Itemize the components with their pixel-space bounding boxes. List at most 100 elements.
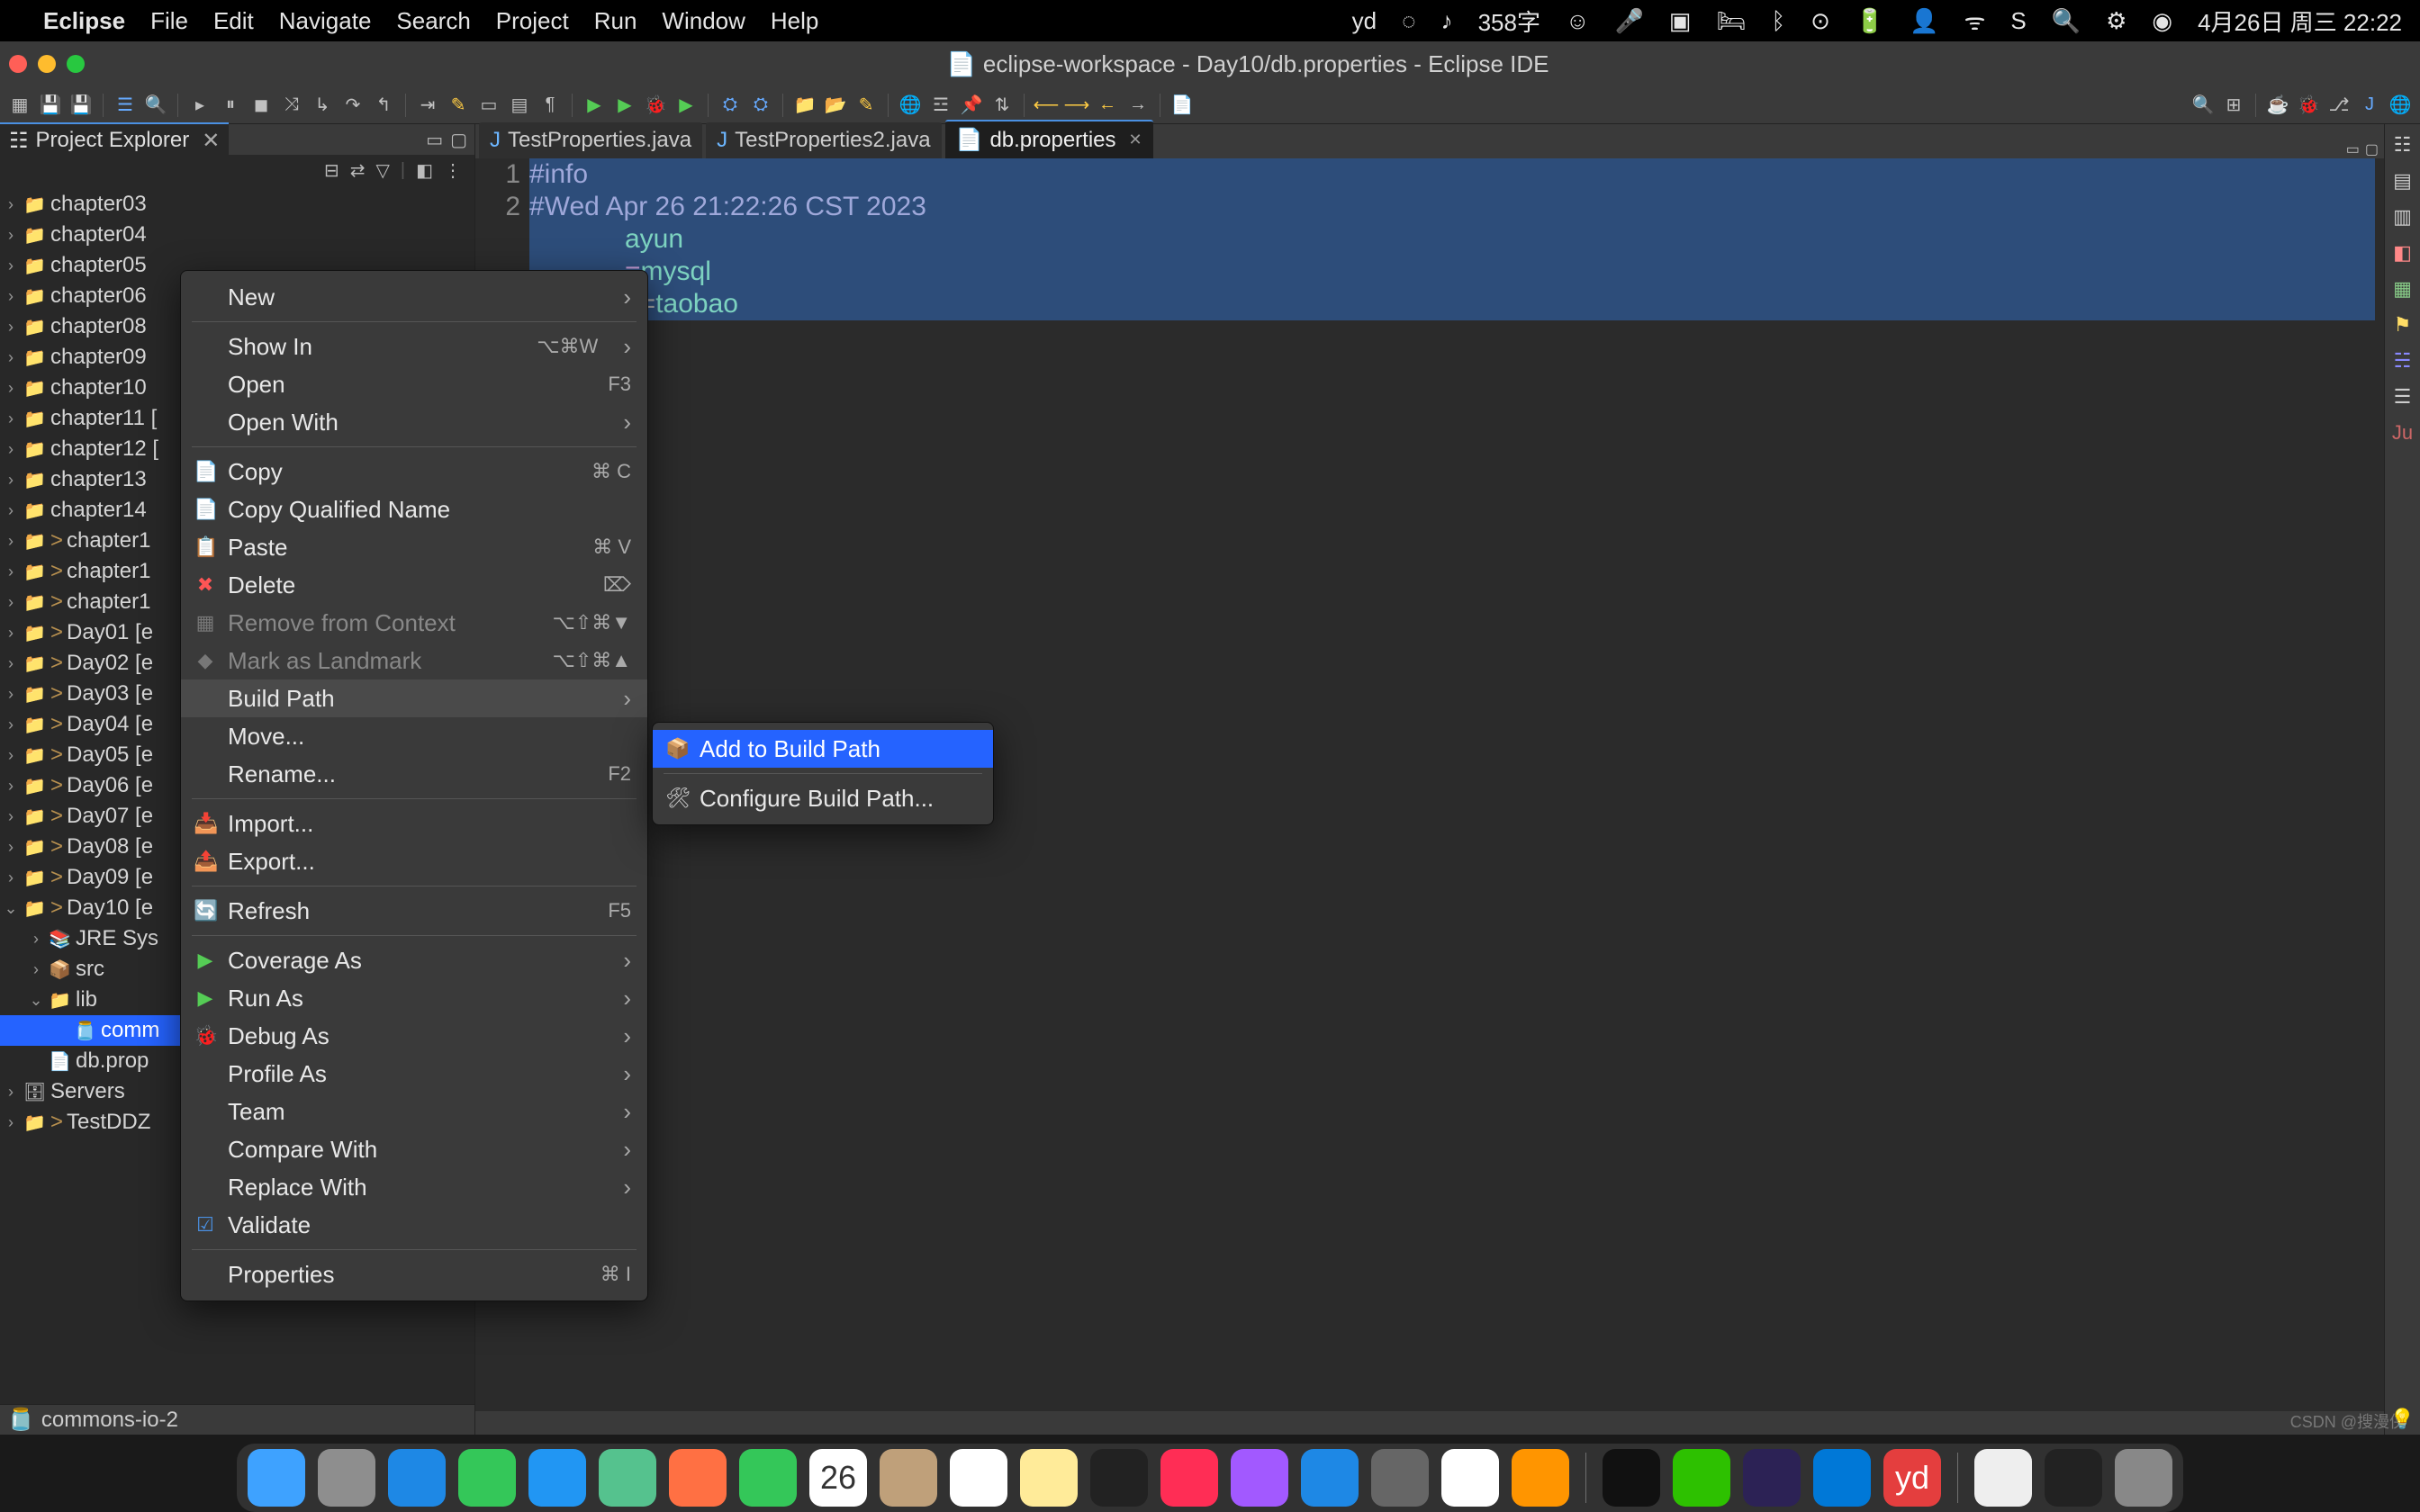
buildpath-submenu[interactable]: 📦Add to Build Path 🛠Configure Build Path.… (652, 722, 994, 825)
minimize-editor-button[interactable]: ▭ (2346, 140, 2360, 158)
project-breadcrumb[interactable]: 🫙 commons-io-2 (0, 1404, 474, 1435)
toggle-breadcrumb-button[interactable]: ☰ (113, 93, 138, 118)
maximize-editor-button[interactable]: ▢ (2365, 140, 2379, 158)
menu-item-refresh[interactable]: 🔄RefreshF5 (181, 892, 647, 930)
disclosure-triangle[interactable]: › (4, 287, 18, 306)
dock-douyin[interactable] (1603, 1449, 1660, 1507)
menu-item-move-[interactable]: Move... (181, 717, 647, 755)
menu-item-coverage-as[interactable]: ▶Coverage As› (181, 941, 647, 979)
perspective-javaee-button[interactable]: J (2357, 93, 2382, 118)
disclosure-triangle[interactable]: › (4, 195, 18, 214)
search-icon[interactable]: 🔍 (2190, 93, 2216, 118)
disclosure-triangle[interactable]: › (4, 501, 18, 520)
nav-back-button[interactable]: ← (1095, 93, 1120, 118)
submenu-item-add-to-build-path[interactable]: 📦Add to Build Path (653, 730, 993, 768)
show-whitespace-button[interactable]: ▤ (507, 93, 532, 118)
view-menu-button[interactable]: ⋮ (438, 159, 467, 182)
disclosure-triangle[interactable]: › (4, 1083, 18, 1102)
window-minimize-button[interactable] (38, 55, 56, 73)
submenu-item-configure-build-path-[interactable]: 🛠Configure Build Path... (653, 779, 993, 817)
dock-vscode[interactable] (1813, 1449, 1871, 1507)
dock-contacts[interactable] (880, 1449, 937, 1507)
menu-window[interactable]: Window (662, 7, 745, 35)
dock[interactable]: 26yd (237, 1444, 2183, 1512)
disclosure-triangle[interactable]: › (4, 716, 18, 734)
status-user-icon[interactable]: 👤 (1910, 7, 1938, 35)
step-over-button[interactable]: ↷ (340, 93, 366, 118)
menu-item-properties[interactable]: Properties⌘ I (181, 1256, 647, 1293)
menu-item-new[interactable]: New› (181, 278, 647, 316)
dock-podcasts[interactable] (1231, 1449, 1288, 1507)
forward-button[interactable]: ⟶ (1064, 93, 1089, 118)
maximize-view-button[interactable]: ▢ (448, 127, 469, 153)
open-type-button[interactable]: 📂 (823, 93, 848, 118)
menu-file[interactable]: File (150, 7, 188, 35)
tasklist-view-icon[interactable]: ▤ (2393, 169, 2412, 193)
dock-notes[interactable] (1020, 1449, 1078, 1507)
problems-view-icon[interactable]: ☵ (2394, 349, 2412, 373)
disclosure-triangle[interactable]: › (4, 440, 18, 459)
menu-item-copy-qualified-name[interactable]: 📄Copy Qualified Name (181, 490, 647, 528)
menu-item-rename-[interactable]: Rename...F2 (181, 755, 647, 793)
status-play-icon[interactable]: ⊙ (1810, 7, 1830, 35)
window-zoom-button[interactable] (67, 55, 85, 73)
status-wechat-icon[interactable]: ◌ (1402, 7, 1415, 35)
task-button[interactable]: ☲ (928, 93, 953, 118)
dock-launchpad[interactable] (318, 1449, 375, 1507)
menu-item-delete[interactable]: ✖Delete⌦ (181, 566, 647, 604)
disclosure-triangle[interactable]: › (4, 562, 18, 581)
navigator-view-icon[interactable]: ⚑ (2394, 313, 2412, 337)
menu-item-export-[interactable]: 📤Export... (181, 842, 647, 880)
filter-button[interactable]: ▽ (371, 159, 395, 182)
disconnect-button[interactable]: ⤨ (279, 93, 304, 118)
block-button[interactable]: ▭ (476, 93, 501, 118)
tree-item[interactable]: ›📁chapter04 (0, 220, 474, 250)
status-control-icon[interactable]: ⚙ (2106, 7, 2127, 35)
menu-help[interactable]: Help (771, 7, 818, 35)
minimize-view-button[interactable]: ▭ (424, 127, 445, 153)
disclosure-triangle[interactable]: › (4, 348, 18, 367)
profile-button[interactable]: ▶ (673, 93, 699, 118)
window-close-button[interactable] (9, 55, 27, 73)
disclosure-triangle[interactable]: › (4, 410, 18, 428)
perspective-git-button[interactable]: ⎇ (2326, 93, 2352, 118)
dock-appstore[interactable] (1301, 1449, 1359, 1507)
disclosure-triangle[interactable]: › (4, 868, 18, 887)
disclosure-triangle[interactable]: › (4, 593, 18, 612)
step-into-button[interactable]: ↳ (310, 93, 335, 118)
disclosure-triangle[interactable]: › (4, 256, 18, 275)
close-tab-button[interactable]: ✕ (1129, 130, 1142, 149)
perspective-java-button[interactable]: ☕ (2265, 93, 2290, 118)
disclosure-triangle[interactable]: › (4, 624, 18, 643)
menu-run[interactable]: Run (594, 7, 637, 35)
disclosure-triangle[interactable]: ⌄ (29, 991, 43, 1010)
perspective-debug-button[interactable]: 🐞 (2296, 93, 2321, 118)
dock-finder[interactable] (248, 1449, 305, 1507)
coverage-button[interactable]: ▶ (582, 93, 607, 118)
dock-maps[interactable] (599, 1449, 656, 1507)
dock-wechat[interactable] (1673, 1449, 1730, 1507)
disclosure-triangle[interactable]: › (4, 1113, 18, 1132)
dock-safari[interactable] (388, 1449, 446, 1507)
menu-item-compare-with[interactable]: Compare With› (181, 1130, 647, 1168)
status-mic-icon[interactable]: 🎤 (1615, 7, 1644, 35)
menu-item-show-in[interactable]: Show In⌥⌘W› (181, 328, 647, 365)
resume-button[interactable]: ▸ (187, 93, 212, 118)
pin-button[interactable]: 📌 (959, 93, 984, 118)
dock-calendar[interactable]: 26 (809, 1449, 867, 1507)
new-button[interactable]: ▦ (7, 93, 32, 118)
status-car-icon[interactable]: 🛏 (1716, 7, 1746, 35)
status-wifi-icon[interactable]: ᯤ (1964, 4, 1986, 37)
disclosure-triangle[interactable]: › (4, 654, 18, 673)
new-class-button[interactable]: ✎ (853, 93, 879, 118)
disclosure-triangle[interactable]: › (4, 838, 18, 857)
server-debug-button[interactable]: ⛭ (748, 93, 773, 118)
junit-view-icon[interactable]: Ju (2392, 421, 2413, 445)
dock-terminal[interactable] (2045, 1449, 2102, 1507)
dock-eclipse[interactable] (1743, 1449, 1801, 1507)
dock-messages[interactable] (458, 1449, 516, 1507)
editor-tab-dbproperties[interactable]: 📄 db.properties ✕ (945, 120, 1153, 158)
highlight-button[interactable]: ✎ (446, 93, 471, 118)
console-view-icon[interactable]: ☰ (2394, 385, 2412, 409)
format-button[interactable]: ⇥ (415, 93, 440, 118)
